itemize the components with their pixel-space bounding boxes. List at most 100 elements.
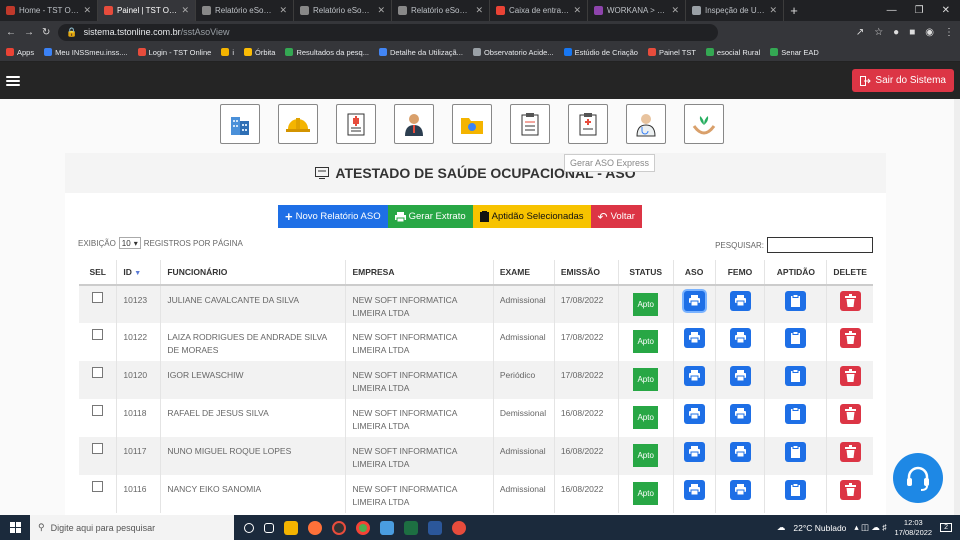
bookmark-item[interactable]: Estúdio de Criação <box>563 48 638 57</box>
delete-button[interactable] <box>839 291 861 311</box>
browser-tab[interactable]: Relatório eSocial ✕ <box>392 0 490 21</box>
aso-print-button[interactable] <box>683 404 705 424</box>
aptitude-selected-button[interactable]: Aptidão Selecionadas <box>472 205 591 228</box>
femo-print-button[interactable] <box>729 404 751 424</box>
close-icon[interactable]: ✕ <box>279 5 287 16</box>
file-explorer-icon[interactable] <box>284 520 298 535</box>
bookmark-item[interactable]: Observatorio Acide... <box>472 48 554 57</box>
star-icon[interactable]: ☆ <box>874 27 883 38</box>
close-icon[interactable]: ✕ <box>671 5 679 16</box>
close-icon[interactable]: ✕ <box>769 5 777 16</box>
femo-print-button[interactable] <box>729 291 751 311</box>
col-id[interactable]: ID ▼ <box>116 260 162 286</box>
delete-button[interactable] <box>839 366 861 386</box>
bookmark-item[interactable]: Senar EAD <box>770 48 819 57</box>
hands-plant-icon[interactable] <box>684 104 724 144</box>
browser-tab[interactable]: Relatório eSocial ✕ <box>294 0 392 21</box>
col-sel[interactable]: SEL <box>79 260 118 286</box>
bookmark-item[interactable]: Apps <box>6 48 34 57</box>
delete-button[interactable] <box>839 328 861 348</box>
bookmark-item[interactable]: Órbita <box>244 48 275 57</box>
extension-icon[interactable]: ● <box>893 27 899 38</box>
taskbar-search[interactable]: ⚲ Digite aqui para pesquisar <box>30 515 234 540</box>
aptidao-button[interactable] <box>785 442 807 462</box>
bookmark-item[interactable]: Meu INSSmeu.inss.... <box>44 48 128 57</box>
doctor-icon[interactable] <box>626 104 666 144</box>
widgets-icon[interactable] <box>264 522 274 533</box>
address-bar[interactable]: 🔒 sistema.tstonline.com.br/sstAsoView <box>58 23 719 41</box>
aptidao-button[interactable] <box>785 328 807 348</box>
notification-icon[interactable]: 2 <box>940 523 952 532</box>
firefox-icon[interactable] <box>308 520 322 535</box>
aso-print-button[interactable] <box>683 366 705 386</box>
excel-icon[interactable] <box>404 520 418 535</box>
row-select-checkbox[interactable] <box>92 367 104 378</box>
buildings-icon[interactable] <box>220 104 260 144</box>
extract-button[interactable]: Gerar Extrato <box>387 205 473 228</box>
back-arrow-icon[interactable]: ← <box>6 27 16 38</box>
close-icon[interactable]: ✕ <box>377 5 385 16</box>
hard-hat-icon[interactable] <box>278 104 318 144</box>
chrome-alt-icon[interactable] <box>452 520 466 535</box>
back-button[interactable]: ↶ Voltar <box>590 205 642 228</box>
close-icon[interactable]: ✕ <box>475 5 483 16</box>
row-select-checkbox[interactable] <box>92 292 104 303</box>
col-empresa[interactable]: EMPRESA <box>345 260 494 286</box>
col-status[interactable]: STATUS <box>618 260 674 286</box>
new-report-button[interactable]: + Novo Relatório ASO <box>278 205 388 228</box>
windows-start-icon[interactable] <box>10 522 21 533</box>
row-select-checkbox[interactable] <box>92 405 104 416</box>
aptidao-button[interactable] <box>785 291 807 311</box>
clipboard-checklist-icon[interactable] <box>510 104 550 144</box>
bookmark-item[interactable]: Login - TST Online <box>137 48 211 57</box>
minimize-icon[interactable]: — <box>887 5 897 16</box>
close-icon[interactable]: ✕ <box>181 5 189 16</box>
worker-icon[interactable] <box>394 104 434 144</box>
browser-tab[interactable]: Caixa de entrada ✕ <box>490 0 588 21</box>
share-icon[interactable]: ↗ <box>856 27 864 38</box>
support-chat-button[interactable] <box>893 453 943 503</box>
row-select-checkbox[interactable] <box>92 481 104 492</box>
close-icon[interactable]: ✕ <box>573 5 581 16</box>
bookmark-item[interactable]: Detalhe da Utilizaçã... <box>378 48 463 57</box>
aptidao-button[interactable] <box>785 480 807 500</box>
browser-tab[interactable]: Inspeção de URL ✕ <box>686 0 784 21</box>
row-select-checkbox[interactable] <box>92 329 104 340</box>
col-exame[interactable]: EXAME <box>493 260 555 286</box>
aso-print-button[interactable] <box>683 328 705 348</box>
bookmark-item[interactable]: Resultados da pesq... <box>285 48 369 57</box>
folder-icon[interactable] <box>452 104 492 144</box>
femo-print-button[interactable] <box>729 328 751 348</box>
aptidao-button[interactable] <box>785 366 807 386</box>
bookmark-item[interactable]: Painel TST <box>647 48 696 57</box>
aptidao-button[interactable] <box>785 404 807 424</box>
weather-text[interactable]: 22°C Nublado <box>793 523 846 533</box>
browser-tab[interactable]: Relatório eSocial ✕ <box>196 0 294 21</box>
close-icon[interactable]: ✕ <box>83 5 91 16</box>
medical-report-icon[interactable] <box>336 104 376 144</box>
close-window-icon[interactable]: ✕ <box>942 5 950 16</box>
app-icon[interactable] <box>332 520 346 535</box>
maximize-icon[interactable]: ❐ <box>915 5 924 16</box>
row-select-checkbox[interactable] <box>92 443 104 454</box>
browser-tab[interactable]: Home - TST Onlin ✕ <box>0 0 98 21</box>
aso-express-icon[interactable] <box>568 104 608 144</box>
puzzle-icon[interactable]: ■ <box>909 27 915 38</box>
reload-icon[interactable]: ↻ <box>42 27 50 38</box>
browser-tab[interactable]: Painel | TST ONLI ✕ <box>98 0 196 21</box>
new-tab-button[interactable]: + <box>784 1 804 21</box>
search-input[interactable] <box>767 237 873 253</box>
menu-dots-icon[interactable]: ⋮ <box>944 27 954 38</box>
delete-button[interactable] <box>839 442 861 462</box>
femo-print-button[interactable] <box>729 366 751 386</box>
femo-print-button[interactable] <box>729 442 751 462</box>
aso-print-button[interactable] <box>683 291 705 311</box>
clock[interactable]: 12:03 17/08/2022 <box>895 518 933 538</box>
chrome-icon[interactable] <box>356 520 370 535</box>
hamburger-menu-icon[interactable] <box>6 75 20 87</box>
logout-button[interactable]: Sair do Sistema <box>852 69 954 92</box>
bookmark-item[interactable]: i <box>221 48 234 57</box>
tray-icons[interactable]: ▴ ◫ ☁ ♯ <box>854 522 886 533</box>
femo-print-button[interactable] <box>729 480 751 500</box>
delete-button[interactable] <box>839 404 861 424</box>
